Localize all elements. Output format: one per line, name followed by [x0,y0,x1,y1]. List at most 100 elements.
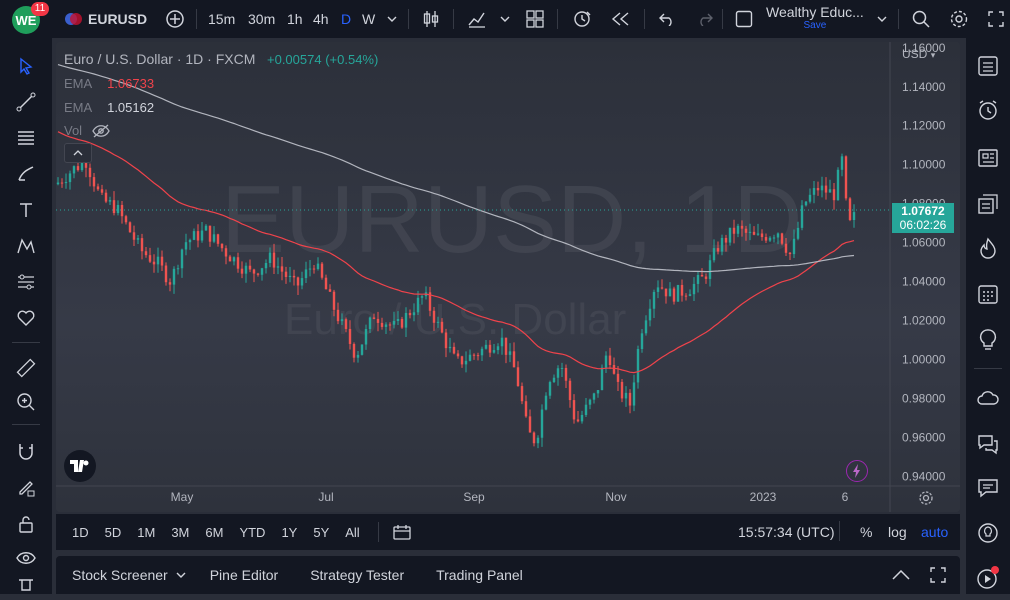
chevron-down-icon[interactable] [176,572,186,578]
collapse-legend-button[interactable] [64,143,92,163]
x-tick-label: 6 [842,490,849,504]
chevron-down-icon[interactable] [498,0,512,38]
lock-pencil-icon[interactable] [10,472,42,504]
tab-strategy-tester[interactable]: Strategy Tester [310,567,404,583]
candle-body [804,201,808,206]
calendar-icon[interactable] [972,278,1004,310]
data-window-icon[interactable] [972,188,1004,220]
interval-15m[interactable]: 15m [208,0,235,38]
trash-icon[interactable] [10,568,42,600]
replay-icon[interactable] [608,0,632,38]
last-price-label: 1.07672 06:02:26 [892,203,954,234]
zoom-in-icon[interactable] [10,386,42,418]
interval-d[interactable]: D [341,0,351,38]
range-1d[interactable]: 1D [64,525,97,540]
candle-body [268,252,272,263]
candle-body [716,248,720,252]
tab-trading-panel[interactable]: Trading Panel [436,567,523,583]
fullscreen-icon[interactable] [986,0,1006,38]
tab-stock-screener[interactable]: Stock Screener [72,567,168,583]
range-all[interactable]: All [337,525,367,540]
candle-body [480,348,484,356]
candles-icon[interactable] [420,0,442,38]
range-5d[interactable]: 5D [97,525,130,540]
messages-icon[interactable] [972,472,1004,504]
range-6m[interactable]: 6M [197,525,231,540]
candle-body [680,284,684,296]
utc-clock[interactable]: 15:57:34 (UTC) [738,524,834,540]
interval-30m[interactable]: 30m [248,0,275,38]
live-broadcast-icon[interactable] [972,562,1004,594]
watchlist-icon[interactable] [972,50,1004,82]
help-bulb-icon[interactable] [972,518,1004,550]
fullscreen-square-icon[interactable] [733,0,755,38]
layout-name[interactable]: Wealthy Educ... Save [766,4,864,31]
chart-settings-gear-icon[interactable] [918,490,934,511]
hotlist-fire-icon[interactable] [972,232,1004,264]
alert-icon[interactable] [570,0,594,38]
compare-symbol-icon[interactable] [164,0,186,38]
chevron-up-icon[interactable] [892,570,910,580]
currency-select[interactable]: USD ▾ [902,47,935,61]
volume-legend[interactable]: Vol [64,123,110,138]
candle-body [368,317,372,330]
search-icon[interactable] [910,0,932,38]
candle-body [560,367,564,369]
redo-icon[interactable] [694,0,716,38]
horizontal-lines-icon[interactable] [10,122,42,154]
interval-1h[interactable]: 1h [287,0,303,38]
candle-body [652,291,656,309]
log-toggle[interactable]: log [888,524,907,540]
gear-icon[interactable] [948,0,970,38]
range-3m[interactable]: 3M [163,525,197,540]
candle-body [464,360,468,365]
lightning-icon[interactable] [846,460,868,482]
range-1y[interactable]: 1Y [273,525,305,540]
lock-icon[interactable] [10,508,42,540]
percent-toggle[interactable]: % [860,524,872,540]
heart-icon[interactable] [10,302,42,334]
alarm-clock-icon[interactable] [972,94,1004,126]
range-1m[interactable]: 1M [129,525,163,540]
auto-toggle[interactable]: auto [921,524,948,540]
chart-pane[interactable]: EURUSD, 1D Euro / U.S. Dollar 1.16000 1.1… [56,42,960,512]
candle-body [320,263,324,278]
chats-icon[interactable] [972,428,1004,460]
pattern-icon[interactable] [10,230,42,262]
ema-legend-fast[interactable]: EMA 1.06733 [64,76,154,91]
chevron-down-icon[interactable] [874,0,890,38]
candle-body [104,192,108,202]
ideas-lightbulb-icon[interactable] [972,324,1004,356]
candle-body [748,231,752,233]
layout-grid-icon[interactable] [524,0,546,38]
indicators-icon[interactable] [466,0,488,38]
news-icon[interactable] [972,142,1004,174]
candle-body [364,329,368,345]
candle-body [100,189,104,193]
cursor-icon[interactable] [10,50,42,82]
undo-icon[interactable] [656,0,678,38]
goto-date-icon[interactable] [393,524,411,540]
interval-4h[interactable]: 4h [313,0,329,38]
magnet-icon[interactable] [10,436,42,468]
trend-line-icon[interactable] [10,86,42,118]
eye-hidden-icon[interactable] [92,124,110,138]
x-tick-label: 2023 [750,490,777,504]
tradingview-logo-icon[interactable] [64,450,96,482]
prediction-icon[interactable] [10,266,42,298]
range-5y[interactable]: 5Y [305,525,337,540]
candle-body [168,282,172,285]
symbol-search[interactable]: EURUSD [64,10,147,28]
tab-pine-editor[interactable]: Pine Editor [210,567,278,583]
text-icon[interactable] [10,194,42,226]
range-ytd[interactable]: YTD [231,525,273,540]
streams-cloud-icon[interactable] [972,382,1004,414]
brush-icon[interactable] [10,158,42,190]
ema-legend-slow[interactable]: EMA 1.05162 [64,100,154,115]
candle-body [404,312,408,328]
maximize-icon[interactable] [930,567,946,583]
ruler-icon[interactable] [10,352,42,384]
interval-w[interactable]: W [362,0,375,38]
chevron-down-icon[interactable] [384,0,400,38]
layout-save[interactable]: Save [766,20,864,31]
